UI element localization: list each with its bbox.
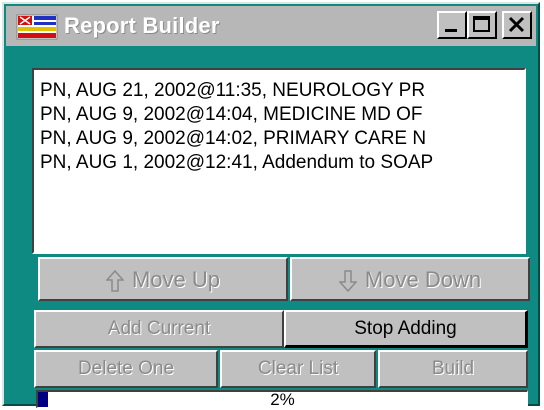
list-item[interactable]: PN, AUG 1, 2002@12:41, Addendum to SOAP (40, 152, 433, 174)
minimize-icon (445, 29, 457, 32)
add-current-label: Add Current (107, 318, 211, 339)
close-button[interactable] (502, 11, 532, 39)
clear-list-button[interactable]: Clear List (220, 350, 376, 388)
maximize-button[interactable] (467, 11, 497, 39)
minimize-button[interactable] (437, 11, 467, 39)
stop-adding-label: Stop Adding (354, 318, 457, 339)
move-down-label: Move Down (364, 267, 482, 292)
list-item[interactable]: PN, AUG 9, 2002@14:02, PRIMARY CARE N (40, 128, 426, 150)
build-label: Build (431, 358, 475, 379)
arrow-up-icon (105, 270, 124, 292)
progress-label: 2% (270, 390, 295, 409)
progress-bar: 2% (36, 390, 528, 409)
title-bar[interactable]: Report Builder (6, 6, 536, 46)
report-list[interactable]: PN, AUG 21, 2002@11:35, NEUROLOGY PR PN,… (32, 68, 526, 254)
report-app-icon (16, 14, 58, 40)
close-icon (508, 16, 525, 33)
move-up-button[interactable]: Move Up (38, 257, 288, 301)
maximize-icon (473, 16, 490, 32)
clear-list-label: Clear List (257, 358, 339, 379)
list-item[interactable]: PN, AUG 21, 2002@11:35, NEUROLOGY PR (40, 80, 425, 102)
window-title: Report Builder (64, 13, 220, 38)
build-button[interactable]: Build (378, 350, 528, 388)
arrow-down-icon (338, 270, 357, 293)
stop-adding-button[interactable]: Stop Adding (284, 310, 528, 348)
move-down-button[interactable]: Move Down (290, 257, 530, 301)
move-up-label: Move Up (131, 267, 221, 292)
delete-one-button[interactable]: Delete One (34, 350, 218, 388)
add-current-button[interactable]: Add Current (34, 310, 284, 348)
delete-one-label: Delete One (77, 358, 175, 379)
list-item[interactable]: PN, AUG 9, 2002@14:04, MEDICINE MD OF (40, 104, 423, 126)
report-builder-window: Report Builder PN, AUG 21, 2002@11:35, N… (2, 2, 540, 409)
